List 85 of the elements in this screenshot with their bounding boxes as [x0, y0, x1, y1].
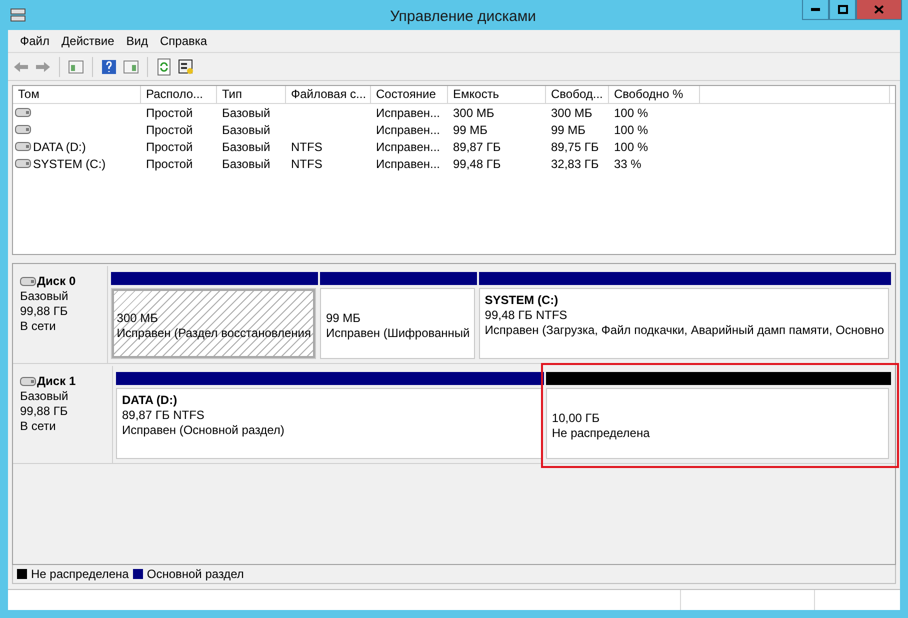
- table-cell: 33 %: [614, 156, 642, 170]
- legend-label: Основной раздел: [146, 567, 244, 581]
- column-header[interactable]: Том: [13, 86, 141, 103]
- table-cell: NTFS: [291, 140, 322, 154]
- table-cell: Базовый: [222, 156, 270, 170]
- table-cell: Простой: [146, 106, 193, 120]
- partition-size: 99,48 ГБ NTFS: [484, 308, 568, 323]
- disk-size: 99,88 ГБ: [20, 404, 69, 419]
- properties-icon[interactable]: [177, 58, 195, 76]
- column-header[interactable]: Тип: [217, 86, 286, 103]
- column-header[interactable]: Располо...: [141, 86, 217, 103]
- partition-status: Не распределена: [552, 426, 651, 440]
- table-cell: Базовый: [222, 106, 270, 120]
- table-cell: 99 МБ: [453, 122, 488, 136]
- table-cell: Исправен...: [376, 106, 440, 120]
- close-icon[interactable]: [874, 5, 884, 14]
- column-header[interactable]: Файловая с...: [286, 86, 371, 103]
- partition-status: Исправен (Раздел восстановления: [116, 326, 311, 340]
- table-cell: Исправен...: [376, 156, 440, 170]
- table-cell: 89,75 ГБ: [551, 140, 599, 154]
- partition-label: DATA (D:): [122, 393, 178, 408]
- disk-type: Базовый: [20, 389, 70, 404]
- drive-icon: [15, 108, 31, 117]
- disk-size: 99,88 ГБ: [20, 304, 69, 319]
- table-cell: 99 МБ: [551, 122, 586, 136]
- partition[interactable]: SYSTEM (C:) 99,48 ГБ NTFS Исправен (Загрузка, Файл подкачки, Аварийный дамп памяти, Основно: [478, 288, 889, 359]
- disk-status: В сети: [20, 419, 57, 434]
- drive-icon: [15, 125, 31, 134]
- disk-name: Диск 0: [37, 274, 76, 289]
- partition[interactable]: DATA (D:) 89,87 ГБ NTFS Исправен (Основной раздел): [116, 388, 542, 459]
- table-cell: DATA (D:): [33, 140, 86, 154]
- partition-size: 89,87 ГБ NTFS: [122, 408, 206, 423]
- menu-item[interactable]: Действие: [56, 34, 120, 48]
- table-cell: 32,83 ГБ: [551, 156, 599, 170]
- maximize-button[interactable]: [829, 0, 856, 20]
- drive-icon: [15, 159, 31, 168]
- partition-label: SYSTEM (C:): [484, 293, 560, 308]
- disk-type: Базовый: [20, 289, 70, 304]
- table-cell: 300 МБ: [453, 106, 494, 120]
- app-icon: [10, 7, 26, 23]
- partition-status: Исправен (Загрузка, Файл подкачки, Аварийный дамп памяти, Основно: [484, 323, 884, 338]
- partition[interactable]: 10,00 ГБ Не распределена: [546, 388, 889, 459]
- table-cell: Исправен...: [376, 122, 440, 136]
- column-header[interactable]: Свобод...: [546, 86, 609, 103]
- drive-icon: [20, 277, 36, 286]
- table-cell: Простой: [146, 122, 193, 136]
- drive-icon: [20, 377, 36, 386]
- window-title: Управление дисками: [390, 6, 536, 24]
- column-header[interactable]: Емкость: [448, 86, 546, 103]
- table-cell: SYSTEM (C:): [33, 156, 106, 170]
- table-cell: 100 %: [614, 122, 648, 136]
- menu-item[interactable]: Справка: [154, 34, 214, 48]
- panel-icon[interactable]: [67, 58, 85, 76]
- menu-item[interactable]: Файл: [14, 34, 56, 48]
- partition-size: 300 МБ: [116, 310, 160, 326]
- table-cell: 300 МБ: [551, 106, 592, 120]
- table-cell: Исправен...: [376, 140, 440, 154]
- table-cell: Базовый: [222, 122, 270, 136]
- refresh-icon[interactable]: [155, 58, 173, 76]
- drive-icon: [15, 142, 31, 151]
- minimize-button[interactable]: [802, 0, 829, 20]
- column-header[interactable]: Свободно %: [609, 86, 700, 103]
- column-header[interactable]: Состояние: [371, 86, 448, 103]
- partition[interactable]: 300 МБ Исправен (Раздел восстановления: [110, 288, 316, 359]
- menu-item[interactable]: Вид: [120, 34, 154, 48]
- table-cell: 89,87 ГБ: [453, 140, 501, 154]
- table-cell: Простой: [146, 156, 193, 170]
- legend-label: Не распределена: [31, 567, 129, 581]
- partition-size: 10,00 ГБ: [552, 410, 601, 426]
- disk-name: Диск 1: [37, 374, 76, 389]
- table-cell: Простой: [146, 140, 193, 154]
- table-cell: NTFS: [291, 156, 322, 170]
- panel-icon[interactable]: [122, 58, 140, 76]
- table-cell: 100 %: [614, 140, 648, 154]
- table-cell: Базовый: [222, 140, 270, 154]
- partition-status: Исправен (Шифрованный: [326, 326, 470, 340]
- partition[interactable]: 99 МБ Исправен (Шифрованный: [320, 288, 475, 359]
- table-cell: 100 %: [614, 106, 648, 120]
- partition-size: 99 МБ: [326, 310, 362, 326]
- maximize-icon[interactable]: [838, 5, 848, 14]
- table-cell: 99,48 ГБ: [453, 156, 501, 170]
- partition-status: Исправен (Основной раздел): [122, 423, 286, 438]
- help-icon[interactable]: [100, 58, 118, 76]
- close-button[interactable]: [856, 0, 902, 20]
- disk-status: В сети: [20, 319, 57, 334]
